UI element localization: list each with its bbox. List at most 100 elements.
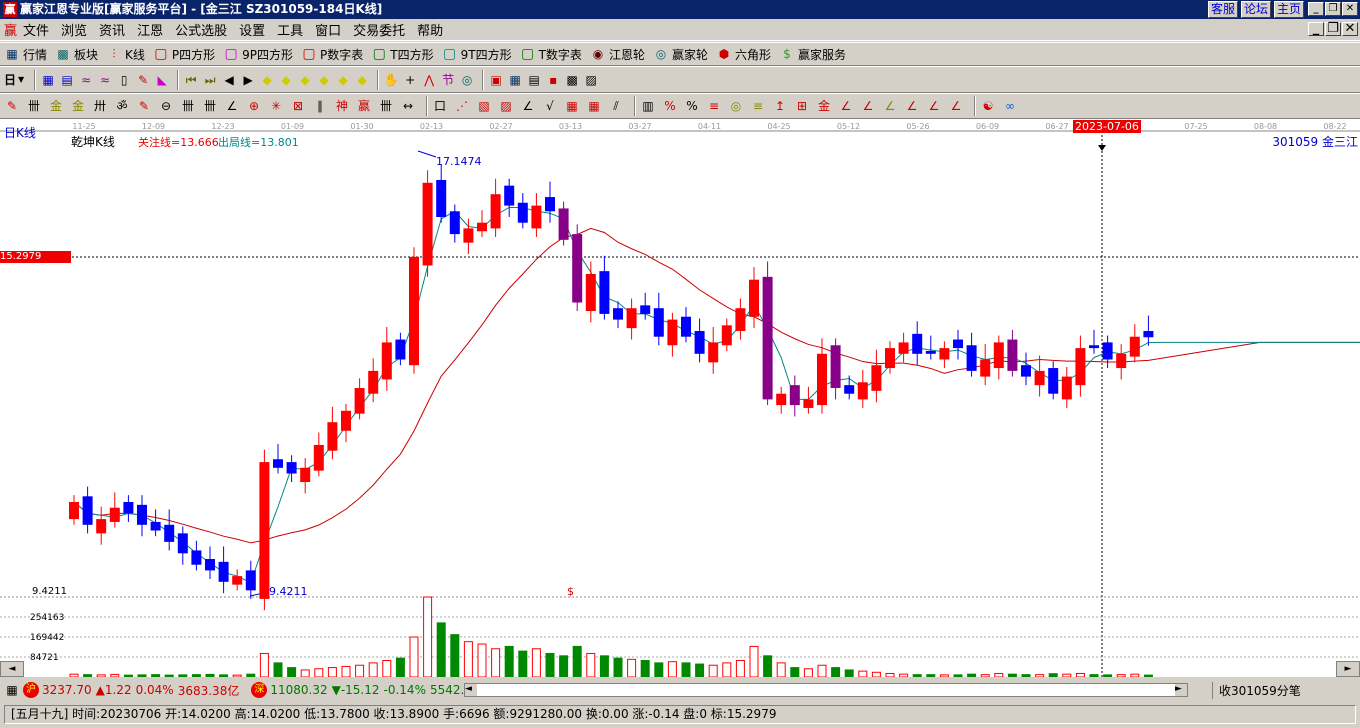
arrow-tool-icon[interactable]: ↥ (772, 98, 788, 114)
chart-mode-icon[interactable]: ▦ (40, 72, 56, 88)
pen2-tool-icon[interactable]: ✎ (136, 98, 152, 114)
coin-tool-icon[interactable]: ◎ (728, 98, 744, 114)
zoom-out-icon[interactable]: ◆ (316, 72, 332, 88)
scroll-left-button[interactable]: ◄ (0, 661, 24, 677)
grid2-tool-icon[interactable]: ▦ (564, 98, 580, 114)
toolbar-hexagon[interactable]: ⬢ 六角形 (716, 46, 771, 63)
zoom-x-icon[interactable]: ◆ (335, 72, 351, 88)
pen-tool-icon[interactable]: ✎ (4, 98, 20, 114)
fib-tool-icon[interactable]: 卅 (92, 98, 108, 114)
f-tool-icon[interactable]: ∠ (860, 98, 876, 114)
box2-tool-icon[interactable]: ⊞ (794, 98, 810, 114)
lines-tool-icon[interactable]: ∥ (312, 98, 328, 114)
toolbar-candles[interactable]: ⫶ K线 (106, 46, 145, 63)
shen-tool-icon[interactable]: 神 (334, 98, 350, 114)
angle2-tool-icon[interactable]: ∠ (520, 98, 536, 114)
grid-tool-icon[interactable]: 卌 (26, 98, 42, 114)
line-icon[interactable]: ⋀ (421, 72, 437, 88)
zoom-left-icon[interactable]: ◆ (259, 72, 275, 88)
pct2-tool-icon[interactable]: % (684, 98, 700, 114)
quote-table-icon[interactable]: ▦ (4, 682, 20, 698)
menu-window[interactable]: 窗口 (315, 20, 341, 39)
ying-tool-icon[interactable]: 赢 (356, 98, 372, 114)
seasons-icon[interactable]: 节 (440, 72, 456, 88)
gold4-tool-icon[interactable]: 金 (816, 98, 832, 114)
toolbar-ps[interactable]: ▢ P四方形 (153, 46, 215, 63)
app-menu-icon[interactable]: 赢 (4, 20, 17, 39)
menu-trade[interactable]: 交易委托 (353, 20, 405, 39)
hash-tool-icon[interactable]: 卌 (180, 98, 196, 114)
toolbar-dollar[interactable]: $ 赢家服务 (779, 46, 846, 63)
menu-gann[interactable]: 江恩 (137, 20, 163, 39)
draw-icon[interactable]: ✎ (135, 72, 151, 88)
toolbar-gann-wheel[interactable]: ◉ 江恩轮 (590, 46, 645, 63)
chart-canvas[interactable]: 11-25 12-09 12-23 01-09 01-30 02-13 02-27 03-13… (0, 119, 1360, 677)
toolbar-t9[interactable]: ▢ 9T四方形 (442, 46, 512, 63)
child-restore-button[interactable]: ❐ (1325, 22, 1341, 36)
infinity-tool-icon[interactable]: ∞ (1002, 98, 1018, 114)
crosshair-icon[interactable]: + (402, 72, 418, 88)
print-icon[interactable]: ▨ (583, 72, 599, 88)
close-button[interactable]: ✕ (1342, 2, 1358, 16)
menu-file[interactable]: 文件 (23, 20, 49, 39)
network-icon[interactable]: ▩ (564, 72, 580, 88)
zoom-in-icon[interactable]: ◆ (297, 72, 313, 88)
save-icon[interactable]: ▪ (545, 72, 561, 88)
kline-chart[interactable]: 11-25 12-09 12-23 01-09 01-30 02-13 02-27 03-13… (0, 119, 1360, 677)
shen2-tool-icon[interactable]: ∠ (904, 98, 920, 114)
menu-formula[interactable]: 公式选股 (175, 20, 227, 39)
gold2-tool-icon[interactable]: 金 (70, 98, 86, 114)
yinyang-tool-icon[interactable]: ☯ (980, 98, 996, 114)
restore-button[interactable]: ❐ (1325, 2, 1341, 16)
toolbar-p9[interactable]: ▢ 9P四方形 (223, 46, 294, 63)
right-icon[interactable]: ▶ (240, 72, 256, 88)
toolbar-winner-wheel[interactable]: ◎ 赢家轮 (653, 46, 708, 63)
minimize-button[interactable]: _ (1308, 2, 1324, 16)
report-icon[interactable]: ▤ (526, 72, 542, 88)
last-icon[interactable]: ⏭ (202, 72, 218, 88)
calendar-icon[interactable]: ▣ (488, 72, 504, 88)
angle-tool-icon[interactable]: ∠ (224, 98, 240, 114)
calculator-icon[interactable]: ▦ (507, 72, 523, 88)
menu-browse[interactable]: 浏览 (61, 20, 87, 39)
toolbar-tn[interactable]: ▢ T数字表 (520, 46, 582, 63)
four-tool-icon[interactable]: ∠ (948, 98, 964, 114)
child-close-button[interactable]: ✕ (1342, 22, 1358, 36)
spiral-tool-icon[interactable]: ॐ (114, 98, 130, 114)
comb-tool-icon[interactable]: 卌 (378, 98, 394, 114)
fan3-tool-icon[interactable]: ▨ (498, 98, 514, 114)
zoom-all-icon[interactable]: ◆ (354, 72, 370, 88)
menu-tools[interactable]: 工具 (277, 20, 303, 39)
j-tool-icon[interactable]: ∠ (838, 98, 854, 114)
hand-icon[interactable]: ✋ (383, 72, 399, 88)
pct3-tool-icon[interactable]: ≡ (706, 98, 722, 114)
box-tool-icon[interactable]: ⊠ (290, 98, 306, 114)
notes-icon[interactable]: ▤ (59, 72, 75, 88)
toolbar-blocks[interactable]: ▩ 板块 (55, 46, 98, 63)
gold5-tool-icon[interactable]: ∠ (882, 98, 898, 114)
candle-type-icon[interactable]: ▯ (116, 72, 132, 88)
span-tool-icon[interactable]: ↔ (400, 98, 416, 114)
fan-tool-icon[interactable]: ⋰ (454, 98, 470, 114)
circle-tool-icon[interactable]: ⊖ (158, 98, 174, 114)
ticker-scrollbar[interactable]: ◄ ► (463, 683, 1188, 697)
left-icon[interactable]: ◀ (221, 72, 237, 88)
pct1-tool-icon[interactable]: % (662, 98, 678, 114)
grid3-tool-icon[interactable]: ▦ (586, 98, 602, 114)
period-select[interactable]: 日 (4, 71, 16, 88)
menu-help[interactable]: 帮助 (417, 20, 443, 39)
menu-settings[interactable]: 设置 (239, 20, 265, 39)
rect-tool-icon[interactable]: 口 (432, 98, 448, 114)
forum-button[interactable]: 论坛 (1241, 1, 1272, 18)
wave3-icon[interactable]: ≈ (78, 72, 94, 88)
scroll-right-button[interactable]: ► (1336, 661, 1360, 677)
gold3-tool-icon[interactable]: ≡ (750, 98, 766, 114)
wave9-icon[interactable]: ≈ (97, 72, 113, 88)
home-button[interactable]: 主页 (1274, 1, 1305, 18)
service-button[interactable]: 客服 (1208, 1, 1239, 18)
parallel-tool-icon[interactable]: ⫽ (608, 98, 624, 114)
tick-detail-label[interactable]: 收301059分笔 (1211, 681, 1301, 699)
gold1-tool-icon[interactable]: 金 (48, 98, 64, 114)
toolbar-pn[interactable]: ▢ P数字表 (301, 46, 363, 63)
star-tool-icon[interactable]: ✳ (268, 98, 284, 114)
